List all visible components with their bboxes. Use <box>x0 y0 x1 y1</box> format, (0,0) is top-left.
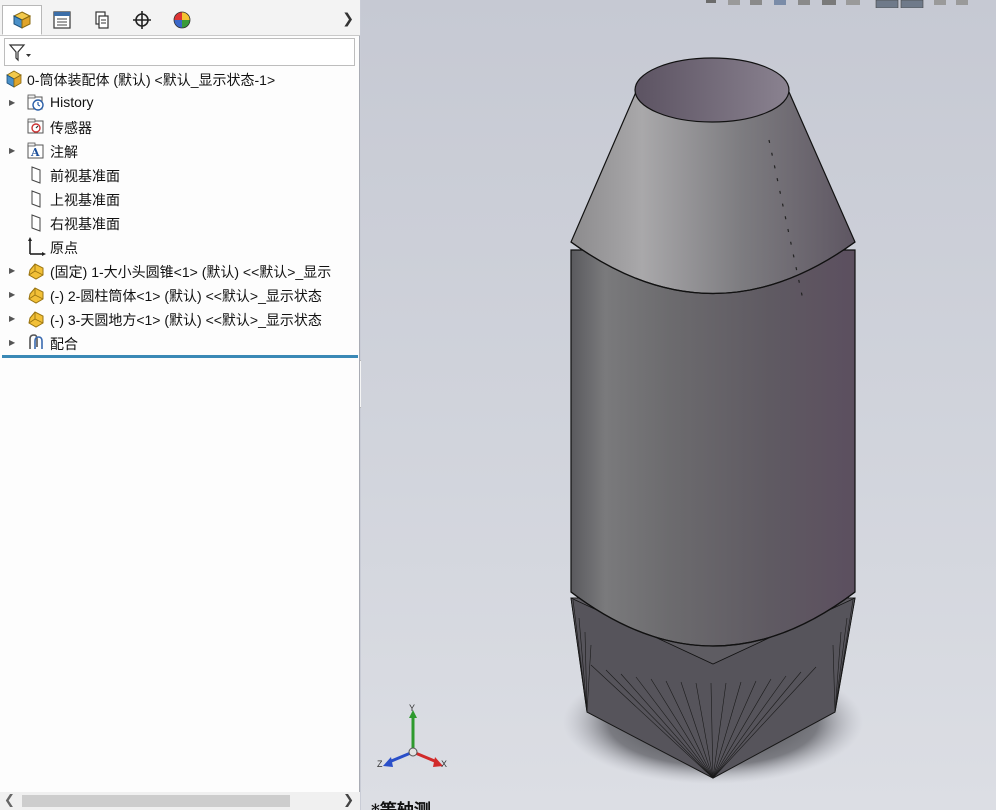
manager-tab-bar: ❯ <box>0 0 360 36</box>
plane-icon <box>31 214 41 232</box>
assembly-icon <box>6 70 22 88</box>
tree-item-label: 传感器 <box>50 120 92 136</box>
scroll-left-icon[interactable]: ❮ <box>4 792 15 808</box>
tree-item-label: 前视基准面 <box>50 168 120 184</box>
feature-manager-panel: ❯ 0-筒体装配体 (默认) <默认_显示状态-1> ▶ History 传感器… <box>0 0 360 810</box>
tree-item-front-plane[interactable]: 前视基准面 <box>0 163 360 187</box>
tree-item-history[interactable]: ▶ History <box>0 91 360 115</box>
tree-item-top-plane[interactable]: 上视基准面 <box>0 187 360 211</box>
tab-property-manager[interactable] <box>42 5 82 35</box>
graphics-viewport[interactable]: Y X Z *等轴测 <box>361 0 996 810</box>
history-icon <box>27 94 44 111</box>
triad-z-label: Z <box>377 759 383 769</box>
cone-part[interactable] <box>570 57 856 301</box>
dimxpert-icon <box>133 11 151 29</box>
tree-item-label: (-) 3-天圆地方<1> (默认) <<默认>_显示状态 <box>50 312 322 328</box>
tree-item-annotations[interactable]: ▶ A 注解 <box>0 139 360 163</box>
tab-display-manager[interactable] <box>162 5 202 35</box>
tree-item-component-1[interactable]: ▶ (固定) 1-大小头圆锥<1> (默认) <<默认>_显示 <box>0 259 360 283</box>
part-icon <box>28 263 44 280</box>
triad-x-label: X <box>441 759 448 769</box>
horizontal-scrollbar[interactable]: ❮ ❯ <box>0 792 360 810</box>
tree-end-divider <box>2 355 358 358</box>
property-manager-icon <box>53 11 71 29</box>
tree-item-label: 右视基准面 <box>50 216 120 232</box>
expand-caret-icon[interactable]: ▶ <box>9 146 15 155</box>
axis-triad <box>383 710 443 767</box>
tree-item-label: History <box>50 94 94 110</box>
tree-item-origin[interactable]: 原点 <box>0 235 360 259</box>
tree-item-label: 配合 <box>50 336 78 352</box>
configuration-manager-icon <box>95 11 109 29</box>
scrollbar-thumb[interactable] <box>22 795 290 807</box>
tree-item-component-3[interactable]: ▶ (-) 3-天圆地方<1> (默认) <<默认>_显示状态 <box>0 307 360 331</box>
expand-caret-icon[interactable]: ▶ <box>9 290 15 299</box>
tree-item-label: (固定) 1-大小头圆锥<1> (默认) <<默认>_显示 <box>50 264 332 280</box>
feature-manager-icon <box>12 11 32 29</box>
svg-text:A: A <box>30 146 40 159</box>
expand-caret-icon[interactable]: ▶ <box>9 266 15 275</box>
chevron-right-icon[interactable]: ❯ <box>342 10 354 27</box>
mates-icon <box>29 334 43 349</box>
triad-y-label: Y <box>409 703 416 713</box>
tab-dimxpert-manager[interactable] <box>122 5 162 35</box>
part-icon <box>28 311 44 328</box>
part-icon <box>28 287 44 304</box>
view-orientation-label: *等轴测 <box>371 796 431 810</box>
tree-item-component-2[interactable]: ▶ (-) 2-圆柱筒体<1> (默认) <<默认>_显示状态 <box>0 283 360 307</box>
expand-caret-icon[interactable]: ▶ <box>9 338 15 347</box>
plane-icon <box>31 190 41 208</box>
tree-item-mates[interactable]: ▶ 配合 <box>0 331 360 355</box>
display-manager-icon <box>173 11 191 29</box>
expand-caret-icon[interactable]: ▶ <box>9 98 15 107</box>
model-view[interactable] <box>361 0 996 810</box>
tab-feature-manager[interactable] <box>2 5 42 35</box>
tree-item-right-plane[interactable]: 右视基准面 <box>0 211 360 235</box>
tree-item-label: 注解 <box>50 144 78 160</box>
tree-item-label: 上视基准面 <box>50 192 120 208</box>
feature-filter-field[interactable] <box>4 38 355 66</box>
plane-icon <box>31 166 41 184</box>
tree-item-sensors[interactable]: 传感器 <box>0 115 360 139</box>
filter-icon[interactable] <box>8 43 32 63</box>
expand-caret-icon[interactable]: ▶ <box>9 314 15 323</box>
sensor-icon <box>27 118 44 134</box>
scroll-right-icon[interactable]: ❯ <box>343 792 354 808</box>
annotations-icon: A <box>27 142 44 159</box>
origin-icon <box>28 237 46 256</box>
tree-root-assembly[interactable]: 0-筒体装配体 (默认) <默认_显示状态-1> <box>0 67 360 91</box>
cylinder-part[interactable] <box>570 249 856 647</box>
tree-root-label: 0-筒体装配体 (默认) <默认_显示状态-1> <box>27 72 276 88</box>
tab-configuration-manager[interactable] <box>82 5 122 35</box>
tree-item-label: (-) 2-圆柱筒体<1> (默认) <<默认>_显示状态 <box>50 288 322 304</box>
tree-item-label: 原点 <box>50 240 78 256</box>
